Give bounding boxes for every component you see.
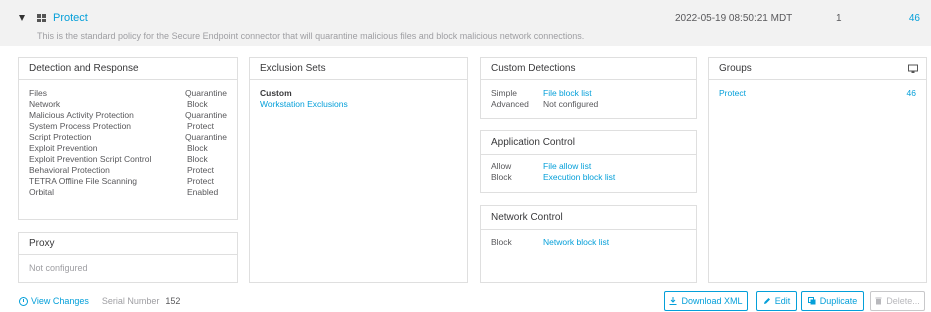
setting-label: Exploit Prevention	[29, 143, 98, 153]
policy-number: 1	[836, 13, 842, 24]
group-count[interactable]: 46	[907, 88, 916, 99]
setting-label: Exploit Prevention Script Control	[29, 154, 152, 164]
download-icon	[669, 297, 677, 305]
setting-label: Allow	[491, 161, 512, 171]
caret-down-icon[interactable]	[19, 15, 25, 21]
setting-row: Exploit Prevention Block	[29, 143, 227, 154]
pencil-icon	[763, 298, 770, 304]
setting-row: System Process Protection Protect	[29, 121, 227, 132]
setting-label: Advanced	[491, 99, 529, 109]
custom-detections-panel: Custom Detections Simple File block list A…	[480, 57, 697, 119]
setting-value: Enabled	[187, 187, 219, 197]
delete-button[interactable]: Delete...	[870, 291, 925, 311]
proxy-title: Proxy	[19, 233, 237, 255]
setting-label: Behavioral Protection	[29, 165, 110, 175]
app-control-list: Allow File allow list Block Execution block…	[481, 155, 696, 191]
setting-label: Orbital	[29, 187, 55, 197]
policy-description: This is the standard policy for the Secu…	[37, 31, 585, 41]
setting-row: Advanced Not configured	[491, 99, 686, 110]
setting-label: Network	[29, 99, 61, 109]
setting-value: Quarantine	[184, 132, 227, 142]
setting-value: Not configured	[543, 99, 599, 109]
delete-label: Delete...	[886, 296, 920, 306]
duplicate-label: Duplicate	[819, 296, 858, 306]
custom-detections-title: Custom Detections	[481, 58, 696, 80]
app-control-panel: Application Control Allow File allow list…	[480, 130, 697, 193]
exclusion-title: Exclusion Sets	[250, 58, 467, 80]
serial-value: 152	[165, 296, 181, 306]
exclusion-link[interactable]: Workstation Exclusions	[260, 99, 457, 110]
trash-icon	[875, 297, 882, 305]
exclusion-panel: Exclusion Sets Custom Workstation Exclus…	[249, 57, 468, 283]
group-row: Protect 46	[719, 88, 916, 99]
setting-value: Block	[187, 99, 208, 109]
serial-label: Serial Number	[101, 296, 160, 306]
setting-value: Quarantine	[184, 88, 227, 98]
network-control-panel: Network Control Block Network block list	[480, 205, 697, 283]
policy-date: 2022-05-19 08:50:21 MDT	[675, 13, 793, 24]
custom-detections-list: Simple File block list Advanced Not configu…	[481, 80, 696, 118]
policy-header[interactable]: Protect This is the standard policy for …	[0, 0, 931, 46]
setting-label: Files	[29, 88, 47, 98]
setting-row: Script Protection Quarantine	[29, 132, 227, 143]
setting-label: System Process Protection	[29, 121, 132, 131]
monitor-icon	[908, 64, 918, 73]
groups-title: Groups	[709, 58, 926, 80]
setting-label: Block	[491, 172, 512, 182]
setting-row: Simple File block list	[491, 88, 686, 99]
duplicate-button[interactable]: Duplicate	[801, 291, 864, 311]
proxy-panel: Proxy Not configured	[18, 232, 238, 283]
setting-row: Allow File allow list	[491, 161, 686, 172]
network-control-list: Block Network block list	[481, 230, 696, 256]
setting-value: Protect	[187, 176, 214, 186]
detection-title: Detection and Response	[19, 58, 237, 80]
view-changes-link[interactable]: View Changes	[31, 296, 89, 306]
setting-link[interactable]: Execution block list	[543, 172, 615, 183]
duplicate-icon	[807, 297, 816, 305]
exclusion-heading: Custom	[260, 88, 292, 98]
setting-link[interactable]: Network block list	[543, 237, 609, 248]
detection-list: Files Quarantine Network Block Malicious Act…	[19, 80, 237, 206]
setting-row: Block Execution block list	[491, 172, 686, 183]
network-control-title: Network Control	[481, 206, 696, 230]
setting-value: Block	[187, 143, 208, 153]
policy-name[interactable]: Protect	[53, 12, 88, 24]
setting-value: Block	[187, 154, 208, 164]
app-control-title: Application Control	[481, 131, 696, 155]
setting-label: Simple	[491, 88, 517, 98]
setting-value: Protect	[187, 121, 214, 131]
setting-value: Protect	[187, 165, 214, 175]
setting-label: Malicious Activity Protection	[29, 110, 134, 120]
setting-row: Files Quarantine	[29, 88, 227, 99]
footer-info: View Changes Serial Number 152	[19, 296, 180, 306]
windows-icon	[37, 14, 46, 22]
setting-row: Network Block	[29, 99, 227, 110]
groups-title-text: Groups	[719, 63, 752, 74]
setting-value: Quarantine	[184, 110, 227, 120]
setting-row: TETRA Offline File Scanning Protect	[29, 176, 227, 187]
edit-button[interactable]: Edit	[756, 291, 797, 311]
setting-label: Script Protection	[29, 132, 92, 142]
group-name[interactable]: Protect	[719, 88, 746, 99]
proxy-value: Not configured	[29, 263, 88, 273]
setting-row: Orbital Enabled	[29, 187, 227, 198]
setting-link[interactable]: File block list	[543, 88, 592, 99]
policy-computer-count[interactable]: 46	[909, 13, 920, 24]
setting-row: Malicious Activity Protection Quarantine	[29, 110, 227, 121]
setting-row: Exploit Prevention Script Control Block	[29, 154, 227, 165]
setting-label: TETRA Offline File Scanning	[29, 176, 138, 186]
edit-label: Edit	[774, 296, 791, 306]
download-xml-button[interactable]: Download XML	[664, 291, 748, 311]
setting-link[interactable]: File allow list	[543, 161, 591, 172]
clock-icon[interactable]	[19, 296, 28, 306]
setting-row: Block Network block list	[491, 237, 686, 248]
groups-panel: Groups Protect 46	[708, 57, 927, 283]
setting-label: Block	[491, 237, 512, 247]
setting-row: Behavioral Protection Protect	[29, 165, 227, 176]
download-xml-label: Download XML	[681, 296, 743, 306]
detection-panel: Detection and Response Files Quarantine Ne…	[18, 57, 238, 220]
